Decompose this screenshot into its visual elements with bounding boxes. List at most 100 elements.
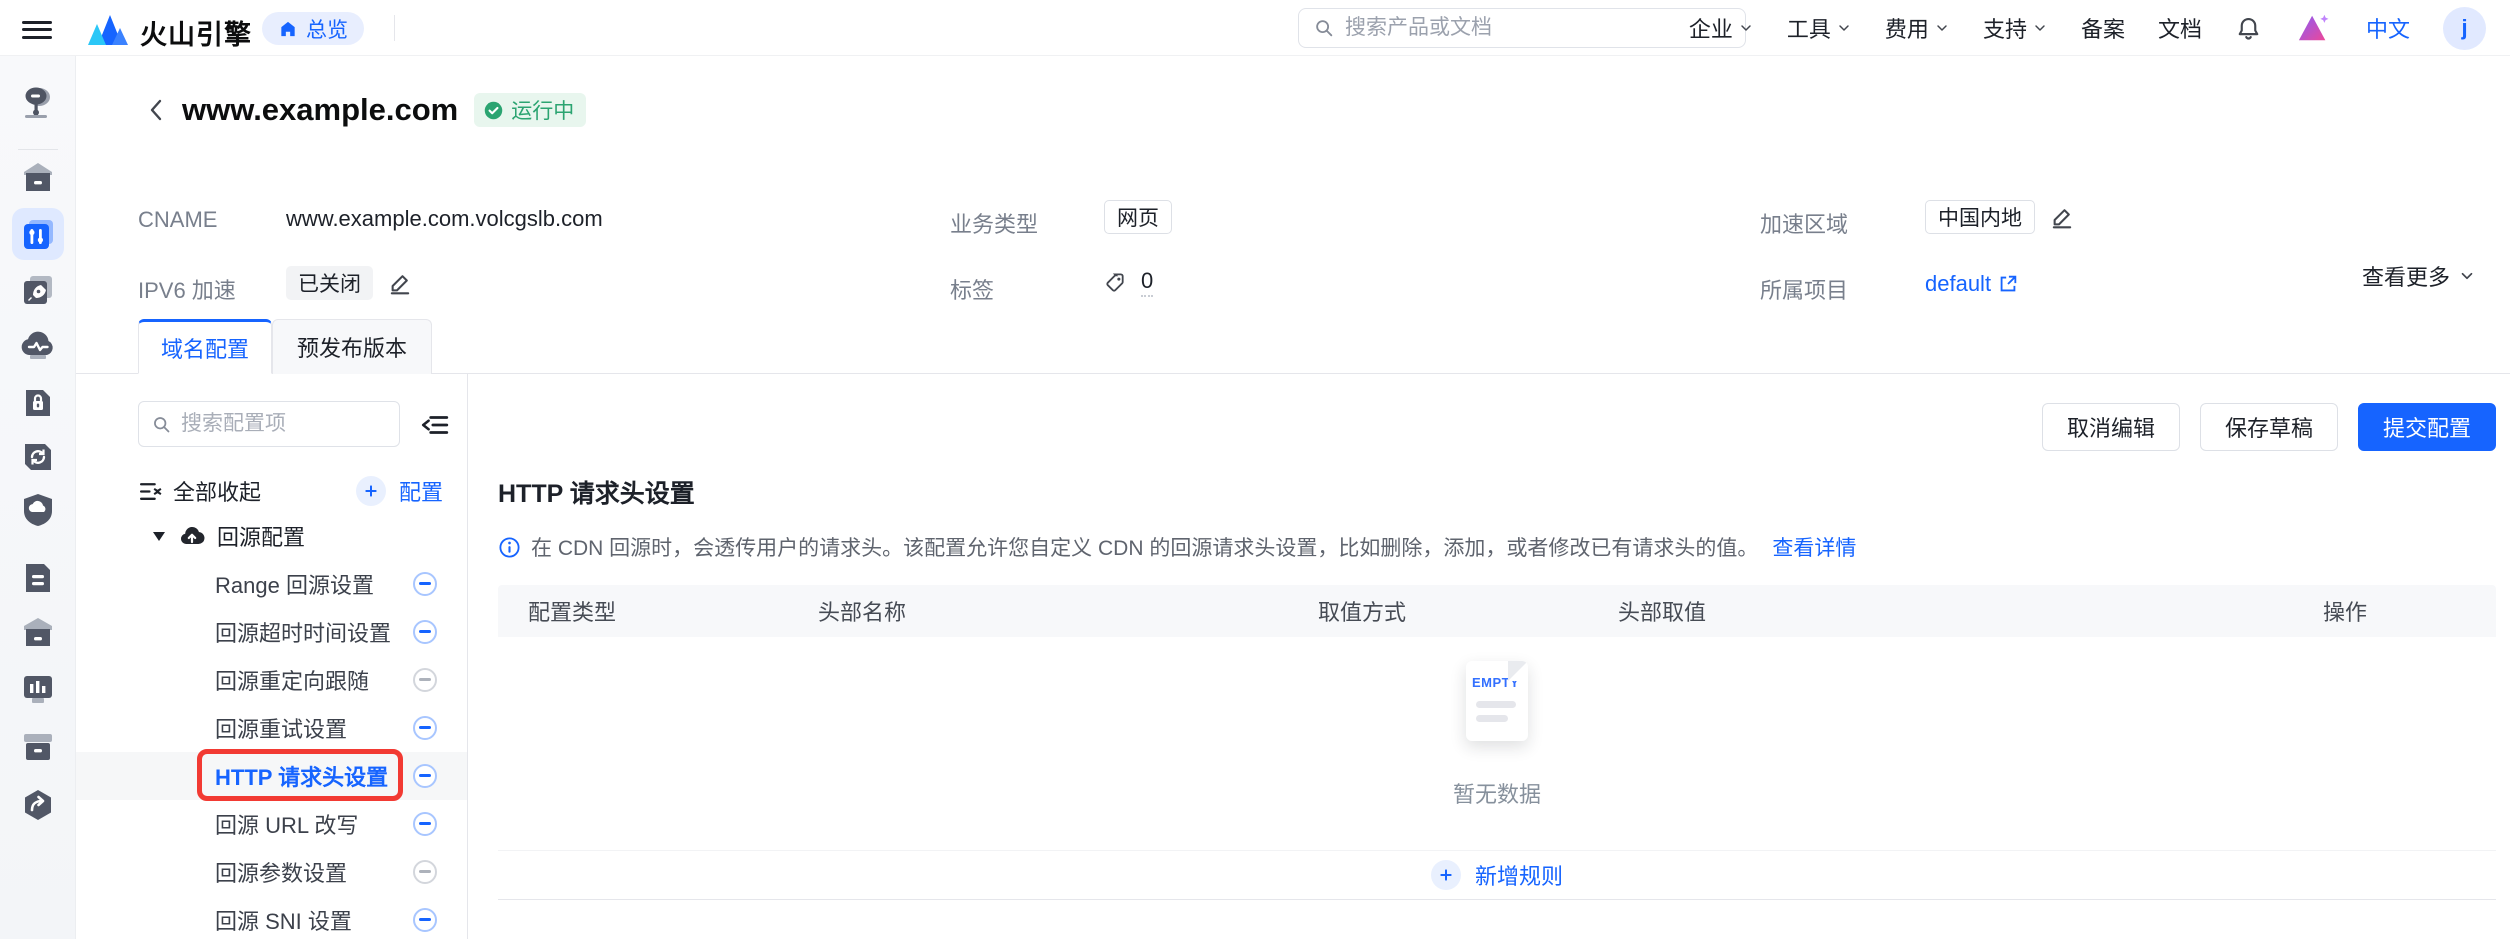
nav-menu-enterprise[interactable]: 企业 <box>1689 12 1754 44</box>
minus-badge-icon[interactable] <box>413 764 437 788</box>
add-rule-label[interactable]: 新增规则 <box>1475 859 1563 891</box>
config-search-box[interactable] <box>138 401 400 447</box>
home-icon <box>278 19 298 39</box>
header-right-nav: 企业 工具 费用 支持 备案 文档 <box>1689 0 2486 56</box>
tree-item-origin-sni[interactable]: 回源 SNI 设置 <box>76 896 467 939</box>
check-circle-icon <box>483 100 504 121</box>
tree-item-origin-timeout[interactable]: 回源超时时间设置 <box>76 608 467 656</box>
tree-item-origin-retry[interactable]: 回源重试设置 <box>76 704 467 752</box>
tab-pre-release[interactable]: 预发布版本 <box>272 319 432 374</box>
minus-badge-icon[interactable] <box>413 668 437 692</box>
config-tree-panel: 全部收起 配置 回源配置 Range 回源设置 <box>76 374 468 939</box>
top-header: 火山引擎 总览 企业 工具 费用 <box>0 0 2510 56</box>
minus-badge-icon[interactable] <box>413 860 437 884</box>
region-chip: 中国内地 <box>1925 200 2035 234</box>
header-divider <box>394 15 395 41</box>
sidebar-item-monitor-stats[interactable] <box>20 672 56 706</box>
sidebar-item-document[interactable] <box>23 561 53 595</box>
ai-assistant-icon[interactable] <box>2295 11 2333 45</box>
empty-doc-icon: EMPTY <box>1466 661 1528 741</box>
language-switch[interactable]: 中文 <box>2366 12 2410 44</box>
region-label: 加速区域 <box>1760 207 1848 239</box>
add-rule-row[interactable]: 新增规则 <box>498 850 2496 900</box>
save-draft-button[interactable]: 保存草稿 <box>2200 403 2338 451</box>
tag-count[interactable]: 0 <box>1141 268 1153 297</box>
view-detail-link[interactable]: 查看详情 <box>1772 532 1856 562</box>
chevron-down-icon <box>1836 20 1852 36</box>
config-search-input[interactable] <box>181 412 351 436</box>
minus-badge-icon[interactable] <box>413 716 437 740</box>
sidebar-item-cloud-monitor[interactable] <box>19 329 57 363</box>
sidebar-item-storage-home[interactable] <box>20 616 56 650</box>
project-link[interactable]: default <box>1925 271 2019 297</box>
add-rule-plus-icon[interactable] <box>1431 860 1461 890</box>
empty-text: 暂无数据 <box>1453 777 1541 809</box>
chevron-down-icon <box>2032 20 2048 36</box>
tree-group-origin-config[interactable]: 回源配置 <box>76 514 467 558</box>
sidebar-item-shield-cloud[interactable] <box>21 492 55 528</box>
caret-down-icon[interactable] <box>152 530 166 542</box>
cname-value: www.example.com.volcgslb.com <box>286 206 603 232</box>
sidebar-item-cdn-network[interactable] <box>19 84 57 120</box>
info-icon <box>498 536 521 559</box>
collapse-all-icon[interactable] <box>138 479 163 504</box>
tree-group-label: 回源配置 <box>217 520 305 552</box>
view-more-button[interactable]: 查看更多 <box>2362 260 2476 292</box>
add-config-label[interactable]: 配置 <box>399 475 443 507</box>
user-avatar[interactable]: j <box>2443 7 2486 50</box>
sidebar-item-sync-service[interactable] <box>21 440 55 474</box>
search-icon <box>1313 17 1335 39</box>
minus-badge-icon[interactable] <box>413 572 437 596</box>
header-rule-table: 配置类型 头部名称 取值方式 头部取值 操作 EMPTY 暂无数据 <box>498 585 2496 900</box>
submit-config-button[interactable]: 提交配置 <box>2358 403 2496 451</box>
minus-badge-icon[interactable] <box>413 908 437 932</box>
tree-toolbar: 全部收起 配置 <box>138 474 443 508</box>
minus-badge-icon[interactable] <box>413 812 437 836</box>
collapse-all-label[interactable]: 全部收起 <box>173 475 261 507</box>
description-text: 在 CDN 回源时，会透传用户的请求头。该配置允许您自定义 CDN 的回源请求头… <box>531 532 1758 562</box>
add-config-button[interactable] <box>356 476 386 506</box>
tree-item-origin-params[interactable]: 回源参数设置 <box>76 848 467 896</box>
minus-badge-icon[interactable] <box>413 620 437 644</box>
tree-item-origin-url-rewrite[interactable]: 回源 URL 改写 <box>76 800 467 848</box>
tree-item-http-request-header[interactable]: HTTP 请求头设置 <box>76 752 467 800</box>
col-actions: 操作 <box>2293 595 2496 627</box>
status-label: 运行中 <box>511 95 574 125</box>
left-icon-sidebar <box>0 56 76 939</box>
search-icon <box>151 414 172 435</box>
nav-menu-support[interactable]: 支持 <box>1983 12 2048 44</box>
nav-menu-tools[interactable]: 工具 <box>1787 12 1852 44</box>
nav-menu-icp[interactable]: 备案 <box>2081 12 2125 44</box>
col-value-mode: 取值方式 <box>1288 595 1588 627</box>
sidebar-item-archive-box[interactable] <box>20 731 56 763</box>
tree-item-redirect-follow[interactable]: 回源重定向跟随 <box>76 656 467 704</box>
biz-type-label: 业务类型 <box>950 207 1038 239</box>
status-badge: 运行中 <box>474 93 586 127</box>
external-link-icon <box>1997 273 2019 295</box>
app-root: 火山引擎 总览 企业 工具 费用 <box>0 0 2510 939</box>
sidebar-item-edge-service[interactable] <box>20 272 56 308</box>
edit-region-icon[interactable] <box>2049 204 2075 230</box>
sidebar-item-home[interactable] <box>20 161 56 195</box>
product-search-box[interactable] <box>1298 8 1746 48</box>
volcengine-logo-icon[interactable] <box>84 11 132 47</box>
back-icon[interactable] <box>146 95 166 125</box>
chevron-down-icon <box>1934 20 1950 36</box>
section-description: 在 CDN 回源时，会透传用户的请求头。该配置允许您自定义 CDN 的回源请求头… <box>498 532 1856 562</box>
hamburger-menu-icon[interactable] <box>22 16 52 40</box>
sidebar-item-cdn-config-active[interactable] <box>20 216 56 252</box>
nav-menu-docs[interactable]: 文档 <box>2158 12 2202 44</box>
cancel-edit-button[interactable]: 取消编辑 <box>2042 403 2180 451</box>
product-search-input[interactable] <box>1345 16 1731 40</box>
sidebar-item-hexagon-share[interactable] <box>21 788 55 822</box>
sidebar-item-doc-security[interactable] <box>22 386 54 420</box>
project-label: 所属项目 <box>1760 273 1848 305</box>
collapse-panel-icon[interactable] <box>420 410 450 440</box>
notification-bell-icon[interactable] <box>2235 15 2262 42</box>
tab-domain-config[interactable]: 域名配置 <box>138 319 272 374</box>
nav-menu-billing[interactable]: 费用 <box>1885 12 1950 44</box>
config-action-buttons: 取消编辑 保存草稿 提交配置 <box>2042 403 2496 451</box>
overview-button[interactable]: 总览 <box>262 12 364 45</box>
tree-item-range-origin[interactable]: Range 回源设置 <box>76 560 467 608</box>
edit-ipv6-icon[interactable] <box>387 270 413 296</box>
